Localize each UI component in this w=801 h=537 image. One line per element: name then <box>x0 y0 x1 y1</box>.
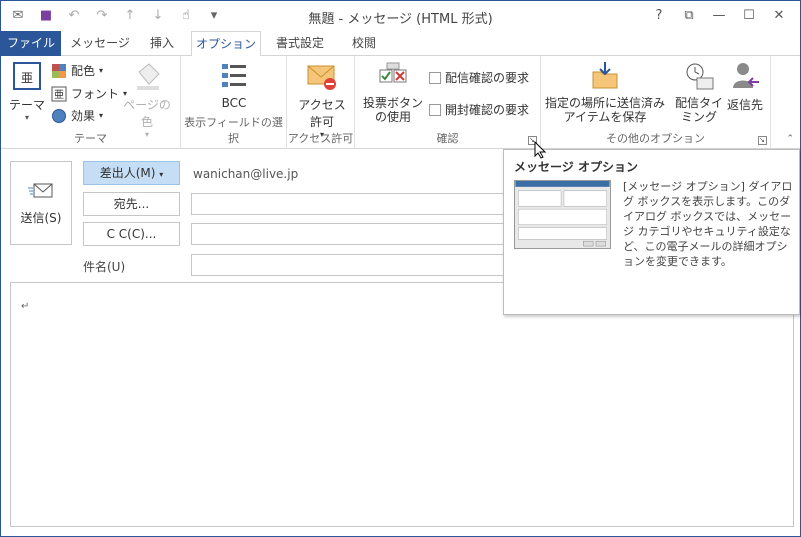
send-label: 送信(S) <box>20 211 62 225</box>
request-read-receipt-check[interactable] <box>429 103 441 116</box>
reply-to-person-icon <box>733 63 759 88</box>
mouse-cursor-icon <box>534 141 547 159</box>
ribbon-display-button[interactable]: ⧉ <box>674 5 704 27</box>
direct-replies-to-button[interactable]: 返信先 <box>725 60 765 113</box>
window-controls: ? ⧉ — ☐ ✕ <box>644 5 794 27</box>
tab-file[interactable]: ファイル <box>1 31 61 56</box>
permission-envelope-icon <box>307 65 336 90</box>
tab-format[interactable]: 書式設定 <box>267 31 333 56</box>
collapse-ribbon-icon[interactable]: ⌃ <box>786 134 794 144</box>
page-color-label: ページの色 <box>123 98 171 129</box>
ribbon: 亜 テーマ ▾ 配色 ▾ 亜 フォント ▾ 効果 ▾ ページの色 ▾ テーマ B… <box>1 56 800 149</box>
group-themes: 亜 テーマ ▾ 配色 ▾ 亜 フォント ▾ 効果 ▾ ページの色 ▾ テーマ <box>1 56 181 149</box>
dialog-preview-image <box>514 180 611 249</box>
message-body[interactable]: ↵ <box>10 282 794 527</box>
bcc-label: BCC <box>221 96 247 110</box>
colors-icon <box>52 63 66 78</box>
maximize-button[interactable]: ☐ <box>734 5 764 27</box>
themes-label: テーマ <box>8 98 45 112</box>
message-options-tooltip: メッセージ オプション [メッセージ オプション] ダイアログ ボックスを表示し… <box>503 149 800 315</box>
save-sent-label: 指定の場所に送信済みアイテムを保存 <box>545 96 666 124</box>
themes-button[interactable]: 亜 テーマ ▾ <box>7 60 47 122</box>
ribbon-tabs: ファイル メッセージ 挿入 オプション 書式設定 校閲 <box>1 31 800 57</box>
from-button-label: 差出人(M) <box>99 166 156 180</box>
delay-delivery-label: 配信タイミング <box>675 96 724 124</box>
request-read-receipt-checkbox[interactable]: 開封確認の要求 <box>429 101 529 118</box>
svg-text:亜: 亜 <box>21 71 33 85</box>
from-button[interactable]: 差出人(M) ▾ <box>83 161 180 185</box>
group-permission-label: アクセス許可 <box>287 132 354 145</box>
permission-button[interactable]: アクセス許可 ▾ <box>297 60 347 139</box>
request-read-receipt-label: 開封確認の要求 <box>445 103 530 117</box>
save-sent-item-to-button[interactable]: 指定の場所に送信済みアイテムを保存 <box>545 60 665 124</box>
delay-delivery-button[interactable]: 配信タイミング <box>675 60 723 124</box>
tab-options[interactable]: オプション <box>191 31 261 57</box>
delay-delivery-icon <box>686 63 714 90</box>
themes-dropdown-icon: ▾ <box>24 113 29 122</box>
more-options-launcher-icon[interactable]: ↘ <box>758 136 767 145</box>
close-button[interactable]: ✕ <box>764 5 794 27</box>
page-color-icon <box>137 63 160 90</box>
save-sent-folder-icon <box>592 62 618 89</box>
subject-label: 件名(U) <box>83 260 126 274</box>
tab-review[interactable]: 校閲 <box>339 31 389 56</box>
request-delivery-receipt-checkbox[interactable]: 配信確認の要求 <box>429 69 529 86</box>
tab-message[interactable]: メッセージ <box>67 31 133 56</box>
from-dropdown-icon: ▾ <box>159 170 164 179</box>
group-permission: アクセス許可 ▾ アクセス許可 <box>287 56 355 149</box>
fonts-label: フォント <box>71 87 120 101</box>
colors-button[interactable]: 配色 ▾ <box>51 62 103 79</box>
cc-button[interactable]: C C(C)... <box>83 222 180 246</box>
group-show-fields-label: 表示フィールドの選択 <box>184 116 283 145</box>
from-address: wanichan@live.jp <box>193 167 299 181</box>
tooltip-title: メッセージ オプション <box>514 160 638 174</box>
effects-label: 効果 <box>71 109 96 123</box>
help-button[interactable]: ? <box>644 5 674 27</box>
group-more-options-label: その他のオプション <box>606 132 705 145</box>
outlook-compose-window: ✉ ■ ↶ ↷ ↑ ↓ ☝ ▾ 無題 - メッセージ (HTML 形式) ? ⧉… <box>0 0 801 537</box>
voting-buttons-button[interactable]: 投票ボタンの使用 <box>361 60 425 124</box>
group-themes-label: テーマ <box>74 132 107 145</box>
bcc-icon <box>222 64 246 87</box>
reply-to-label: 返信先 <box>726 98 763 112</box>
minimize-button[interactable]: — <box>704 5 734 27</box>
tab-insert[interactable]: 挿入 <box>139 31 185 56</box>
request-delivery-receipt-check[interactable] <box>429 71 441 84</box>
voting-icon <box>379 62 407 83</box>
paragraph-mark: ↵ <box>21 301 30 312</box>
tooltip-description: [メッセージ オプション] ダイアログ ボックスを表示します。このダイアログ ボ… <box>623 180 793 268</box>
bcc-button[interactable]: BCC <box>211 60 257 110</box>
colors-label: 配色 <box>71 64 96 78</box>
request-delivery-receipt-label: 配信確認の要求 <box>445 71 530 85</box>
send-button[interactable]: 送信(S) <box>10 161 72 245</box>
to-button[interactable]: 宛先... <box>83 192 180 216</box>
group-tracking-label: 確認 <box>436 132 459 145</box>
permission-label: アクセス許可 <box>298 98 346 129</box>
fonts-icon: 亜 <box>51 86 67 101</box>
svg-text:亜: 亜 <box>54 90 64 101</box>
effects-icon <box>52 108 66 123</box>
page-color-button[interactable]: ページの色 ▾ <box>119 60 175 139</box>
voting-label: 投票ボタンの使用 <box>362 96 423 124</box>
group-tracking: 投票ボタンの使用 配信確認の要求 開封確認の要求 確認 ↘ <box>355 56 541 149</box>
effects-button[interactable]: 効果 ▾ <box>51 107 103 124</box>
themes-icon: 亜 <box>13 62 41 90</box>
group-more-options: 指定の場所に送信済みアイテムを保存 配信タイミング 返信先 その他のオプション <box>541 56 771 149</box>
fonts-button[interactable]: 亜 フォント ▾ <box>51 85 127 102</box>
title-bar: ✉ ■ ↶ ↷ ↑ ↓ ☝ ▾ 無題 - メッセージ (HTML 形式) ? ⧉… <box>1 1 800 31</box>
send-envelope-icon <box>28 183 53 198</box>
group-show-fields: BCC 表示フィールドの選択 <box>181 56 287 149</box>
